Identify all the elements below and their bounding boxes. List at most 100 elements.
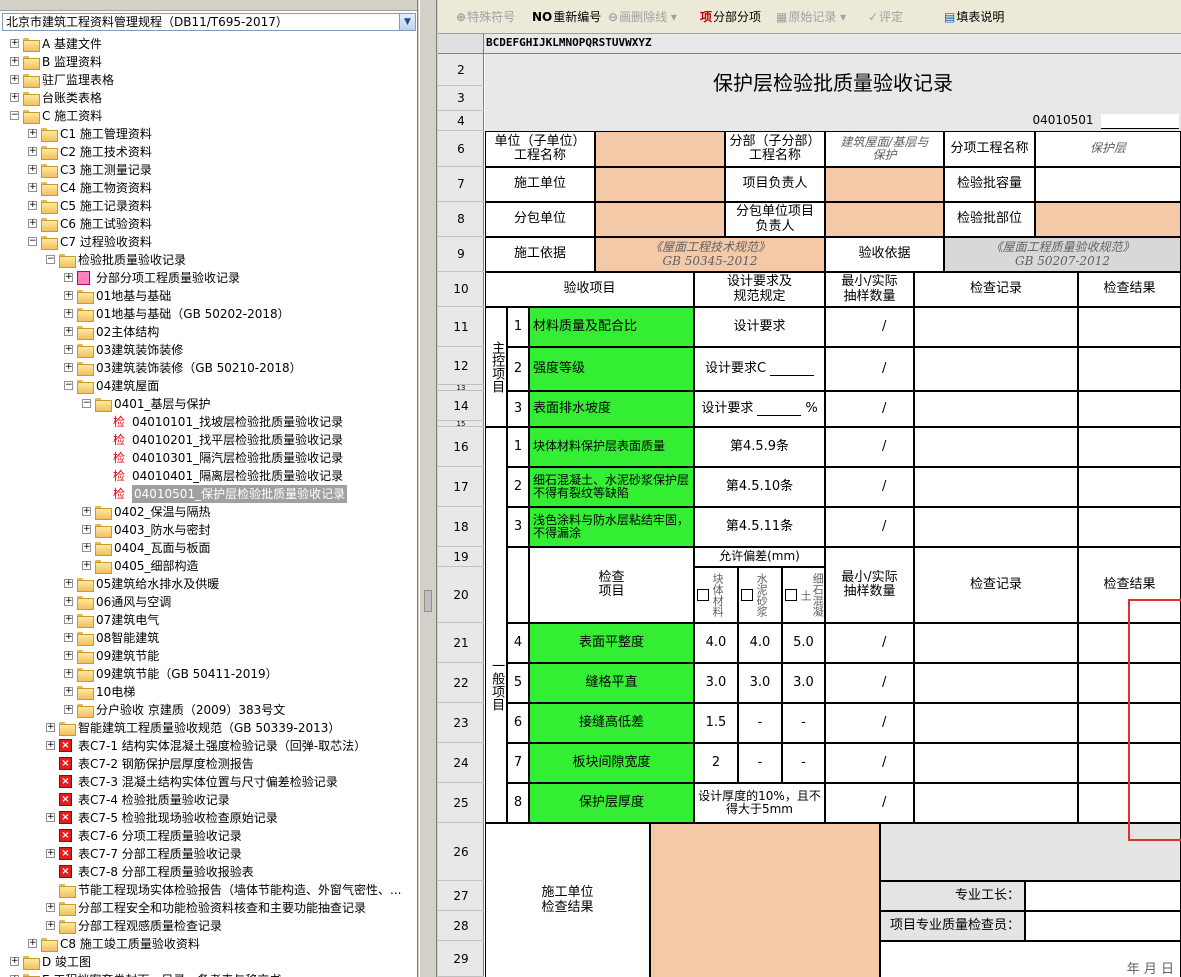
tree-item[interactable]: + × 表C7-1 结构实体混凝土强度检验记录（回弹-取芯法） [0,737,417,755]
sample-min[interactable] [825,467,880,507]
expand-icon[interactable]: + [64,345,73,354]
tree-item[interactable]: 检 04010301_隔汽层检验批质量验收记录 [0,449,417,467]
splitter-handle-icon[interactable] [424,590,432,612]
tree-item[interactable]: + × 表C7-5 检验批现场验收检查原始记录 [0,809,417,827]
tree-item[interactable]: 检 04010401_隔离层检验批质量验收记录 [0,467,417,485]
tol-value[interactable]: 1.5 [694,703,738,743]
tree-item[interactable]: + C2 施工技术资料 [0,143,417,161]
main-item-name[interactable]: 材料质量及配合比 [529,307,694,347]
expand-icon[interactable]: + [64,273,73,282]
check-record[interactable] [914,507,1078,547]
tree-item[interactable]: +0402_保温与隔热 [0,503,417,521]
tol-value[interactable]: 5.0 [782,623,825,663]
tree-item[interactable]: +07建筑电气 [0,611,417,629]
collapse-icon[interactable]: − [28,237,37,246]
tol-value[interactable]: 3.0 [694,663,738,703]
row-number[interactable]: 8 [438,202,484,237]
capacity-input[interactable] [1035,167,1181,202]
tol-value[interactable]: - [782,703,825,743]
checkbox-icon[interactable] [697,589,709,601]
row-number[interactable]: 11 [438,307,484,347]
sample-actual[interactable]: / [880,391,914,427]
row-number[interactable]: 18 [438,507,484,547]
expand-icon[interactable]: + [64,651,73,660]
expand-icon[interactable]: + [82,525,91,534]
general-item-req[interactable]: 第4.5.10条 [694,467,825,507]
sample-actual[interactable]: / [880,703,914,743]
tree-item[interactable]: + × 表C7-7 分部工程质量验收记录 [0,845,417,863]
tree-item[interactable]: +03建筑装饰装修 [0,341,417,359]
spec-selector[interactable]: 北京市建筑工程资料管理规程（DB11/T695-2017） ▼ [2,13,416,31]
tree-item[interactable]: + 分部工程观感质量检查记录 [0,917,417,935]
check-result[interactable] [1078,427,1181,467]
check-record[interactable] [914,703,1078,743]
row-number[interactable]: 28 [438,911,484,941]
sample-actual[interactable]: / [880,623,914,663]
expand-icon[interactable]: + [64,579,73,588]
material-option[interactable]: 细石混凝土 [782,567,825,623]
row-number[interactable]: 22 [438,663,484,703]
tree-item[interactable]: +02主体结构 [0,323,417,341]
tree-item[interactable]: + 驻厂监理表格 [0,71,417,89]
tree-item[interactable]: +09建筑节能（GB 50411-2019） [0,665,417,683]
unit-input[interactable] [595,131,725,167]
tree-item[interactable]: +08智能建筑 [0,629,417,647]
tree-item[interactable]: +01地基与基础（GB 50202-2018） [0,305,417,323]
tree-item[interactable]: + 分部分项工程质量验收记录 [0,269,417,287]
tol-value[interactable]: 3.0 [738,663,782,703]
tree-item[interactable]: + C5 施工记录资料 [0,197,417,215]
collapse-icon[interactable]: − [10,111,19,120]
tol-value[interactable]: 4.0 [694,623,738,663]
expand-icon[interactable]: + [64,705,73,714]
strikethrough-button[interactable]: ⊖画删除线 ▾ [608,8,677,26]
row-number[interactable]: 26 [438,823,484,881]
foreman-input[interactable] [1025,881,1181,911]
row-number[interactable]: 27 [438,881,484,911]
sample-actual[interactable]: / [880,307,914,347]
expand-icon[interactable]: + [64,309,73,318]
expand-icon[interactable]: + [64,615,73,624]
sample-min[interactable] [825,347,880,391]
expand-icon[interactable]: + [10,957,19,966]
row-number[interactable]: 2 [438,54,484,86]
evaluate-button[interactable]: ✓评定 [868,8,903,26]
location-input[interactable] [1035,202,1181,237]
row-number[interactable]: 10 [438,272,484,307]
material-option[interactable]: 块体材料 [694,567,738,623]
main-item-req[interactable]: 设计要求C [694,347,825,391]
tol-item-name[interactable]: 板块间隙宽度 [529,743,694,783]
acceptance-basis-value[interactable]: 《屋面工程质量验收规范》 GB 50207-2012 [944,237,1181,272]
expand-icon[interactable]: + [46,921,55,930]
row-number[interactable]: 16 [438,427,484,467]
row-number[interactable]: 29 [438,941,484,977]
main-item-name[interactable]: 表面排水坡度 [529,391,694,427]
expand-icon[interactable]: + [28,129,37,138]
tree-item[interactable]: + 台账类表格 [0,89,417,107]
main-item-name[interactable]: 强度等级 [529,347,694,391]
tree-item[interactable]: + A 基建文件 [0,35,417,53]
row-number[interactable]: 4 [438,111,484,131]
tree-item[interactable]: + C8 施工竣工质量验收资料 [0,935,417,953]
row-number[interactable]: 7 [438,167,484,202]
tol-value[interactable]: - [782,743,825,783]
item-value[interactable]: 保护层 [1035,131,1181,167]
tree-item[interactable]: − C7 过程验收资料 [0,233,417,251]
tree-item[interactable]: +06通风与空调 [0,593,417,611]
date-cell[interactable]: 年 月 日 [880,941,1181,977]
tol-value[interactable]: 2 [694,743,738,783]
check-record[interactable] [914,783,1078,823]
tree-item[interactable]: 检 04010201_找平层检验批质量验收记录 [0,431,417,449]
tree-item[interactable]: + 分户验收 京建质（2009）383号文 [0,701,417,719]
expand-icon[interactable]: + [64,363,73,372]
material-option[interactable]: 水泥砂浆 [738,567,782,623]
sample-min[interactable] [825,783,880,823]
general-item-req[interactable]: 第4.5.9条 [694,427,825,467]
expand-icon[interactable]: + [10,57,19,66]
tree-item[interactable]: +01地基与基础 [0,287,417,305]
row-number[interactable]: 3 [438,86,484,111]
general-item-name[interactable]: 块体材料保护层表面质量 [529,427,694,467]
tol-item-name[interactable]: 接缝高低差 [529,703,694,743]
tree-item[interactable]: × 表C7-4 检验批质量验收记录 [0,791,417,809]
sheet-corner[interactable] [438,34,484,53]
tree-item[interactable]: × 表C7-8 分部工程质量验收报验表 [0,863,417,881]
